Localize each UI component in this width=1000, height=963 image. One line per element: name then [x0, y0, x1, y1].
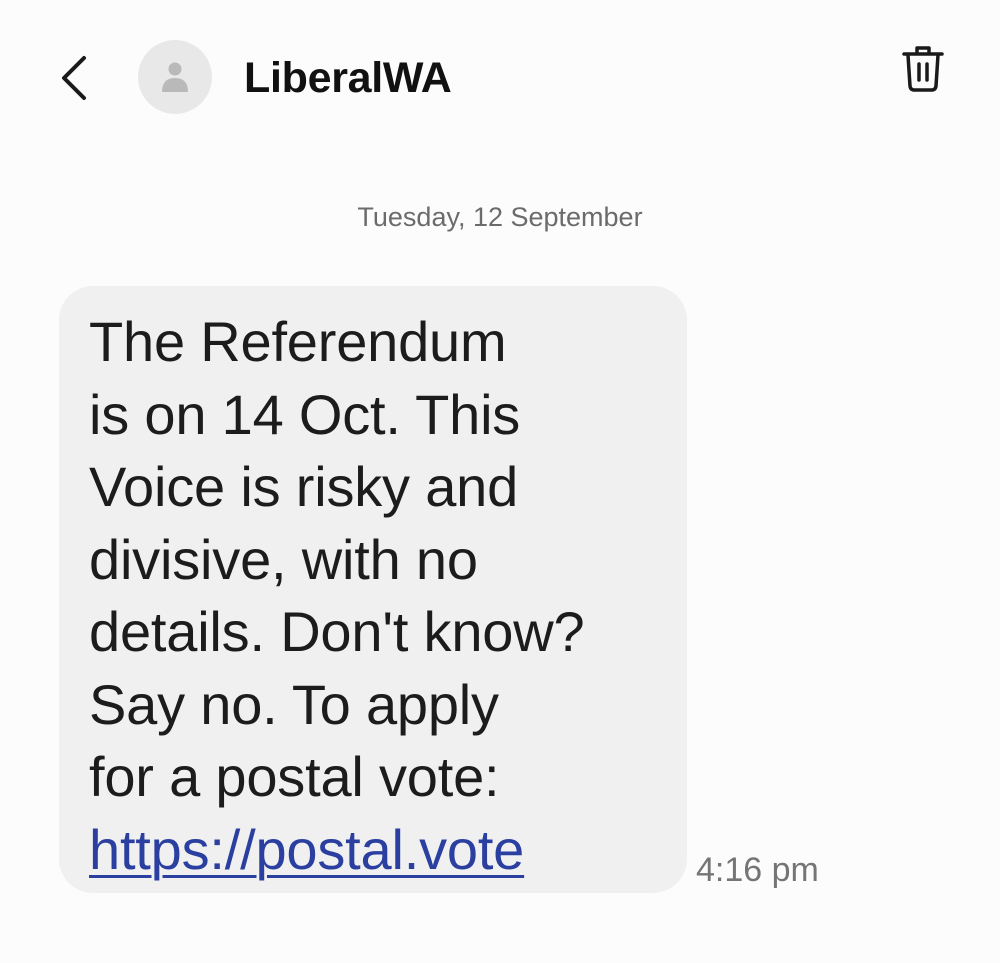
message-bubble[interactable]: The Referendum is on 14 Oct. This Voice … — [59, 286, 687, 893]
message-timestamp: 4:16 pm — [696, 851, 819, 889]
conversation-header: LiberalWA — [0, 0, 1000, 150]
message-line: Say no. To apply — [89, 672, 499, 736]
avatar[interactable] — [138, 40, 212, 114]
message-body: The Referendum is on 14 Oct. This Voice … — [89, 306, 657, 886]
chevron-left-icon — [62, 56, 86, 100]
message-line: for a postal vote: — [89, 745, 500, 808]
postal-vote-link[interactable]: https://postal.vote — [89, 814, 524, 887]
delete-button[interactable] — [898, 42, 948, 98]
contact-name[interactable]: LiberalWA — [244, 50, 452, 106]
trash-icon — [902, 46, 944, 92]
messages-screen: LiberalWA Tuesday, 12 September The Refe… — [0, 0, 1000, 963]
message-line: The Referendum — [89, 310, 507, 373]
person-icon — [162, 62, 188, 92]
message-link-line: https://postal.vote — [89, 814, 657, 887]
message-line: is on 14 Oct. This — [89, 382, 521, 446]
date-separator: Tuesday, 12 September — [357, 202, 643, 232]
message-line: details. Don't know? — [89, 600, 585, 663]
message-line: Voice is risky and — [89, 455, 519, 518]
message-line: divisive, with no — [89, 527, 478, 591]
back-button[interactable] — [52, 50, 100, 106]
